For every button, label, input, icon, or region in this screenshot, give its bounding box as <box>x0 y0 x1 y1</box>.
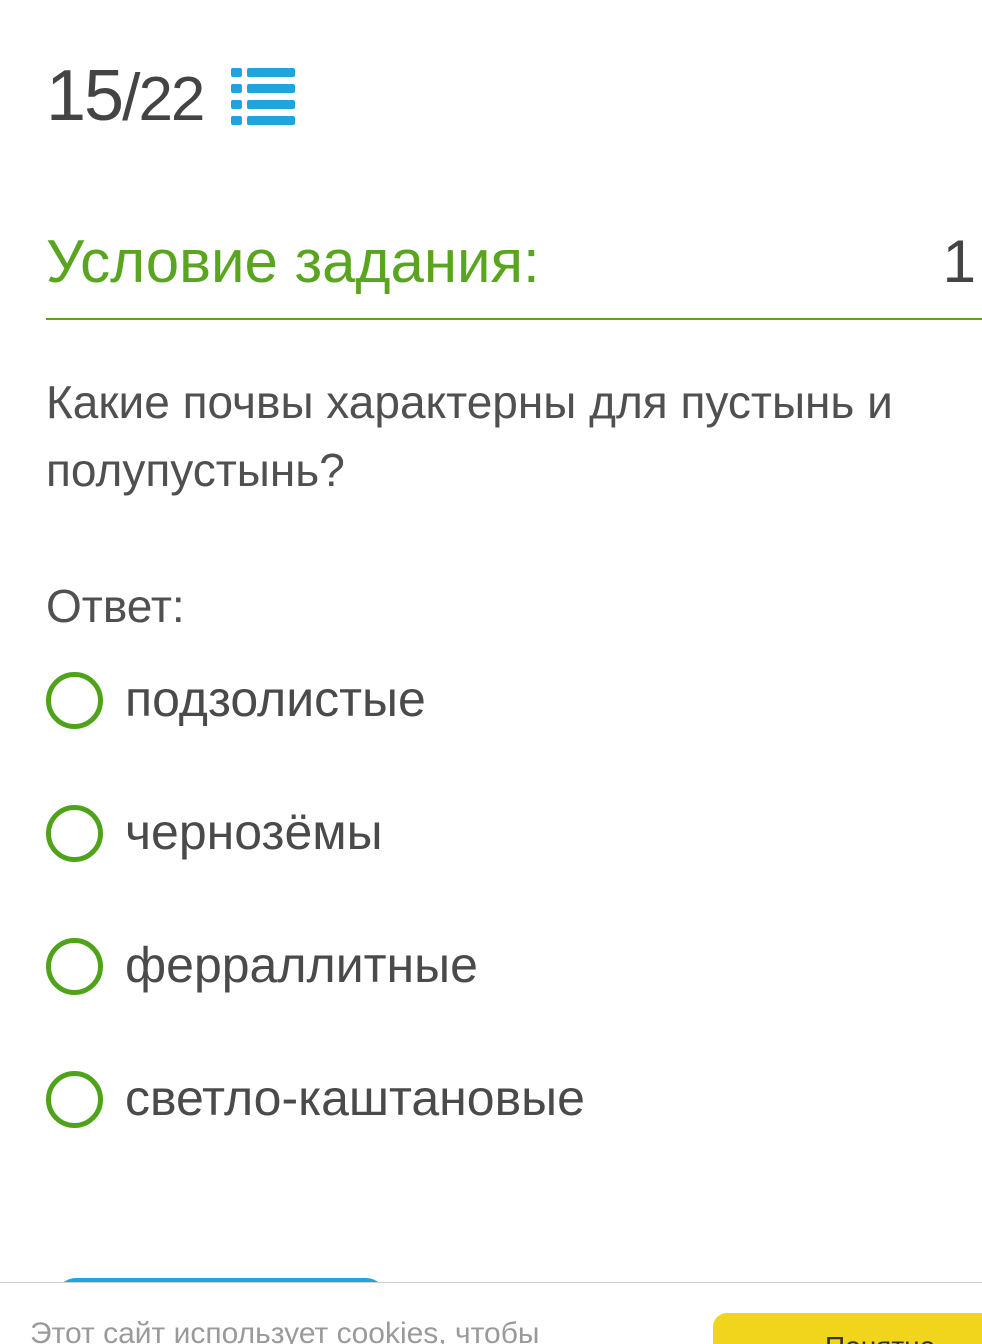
question-counter: 15/22 <box>46 56 296 136</box>
section-title: Условие задания: <box>46 228 540 295</box>
radio-button[interactable] <box>46 1071 103 1128</box>
answer-option[interactable]: светло-каштановые <box>46 1067 926 1200</box>
current-question-number: 15 <box>46 56 124 136</box>
counter-text: 15/22 <box>46 60 205 134</box>
answer-option-label: подзолистые <box>125 671 426 727</box>
radio-button[interactable] <box>46 938 103 995</box>
points-value: 1 <box>942 228 976 295</box>
radio-button[interactable] <box>46 672 103 729</box>
question-text: Какие почвы характерны для пустынь и пол… <box>46 376 893 496</box>
answer-option[interactable]: ферраллитные <box>46 934 926 1067</box>
radio-button[interactable] <box>46 805 103 862</box>
cookie-accept-label: Понятно <box>825 1331 935 1344</box>
task-condition-header: Условие задания: 1 <box>46 222 982 320</box>
answer-option-label: светло-каштановые <box>125 1070 585 1126</box>
total-questions-number: 22 <box>138 65 205 134</box>
cookie-banner: Этот сайт использует cookies, чтобы Поня… <box>0 1282 982 1344</box>
answer-option-label: ферраллитные <box>125 937 478 993</box>
answer-label: Ответ: <box>46 580 185 632</box>
answer-option[interactable]: подзолистые <box>46 668 926 801</box>
answer-option[interactable]: чернозёмы <box>46 801 926 934</box>
cookie-accept-button[interactable]: Понятно <box>713 1313 982 1344</box>
counter-separator: / <box>122 60 140 134</box>
answer-options: подзолистые чернозёмы ферраллитные светл… <box>46 668 926 1200</box>
answer-option-label: чернозёмы <box>125 804 383 860</box>
question-list-icon[interactable] <box>231 66 296 126</box>
cookie-text: Этот сайт использует cookies, чтобы <box>30 1317 540 1344</box>
